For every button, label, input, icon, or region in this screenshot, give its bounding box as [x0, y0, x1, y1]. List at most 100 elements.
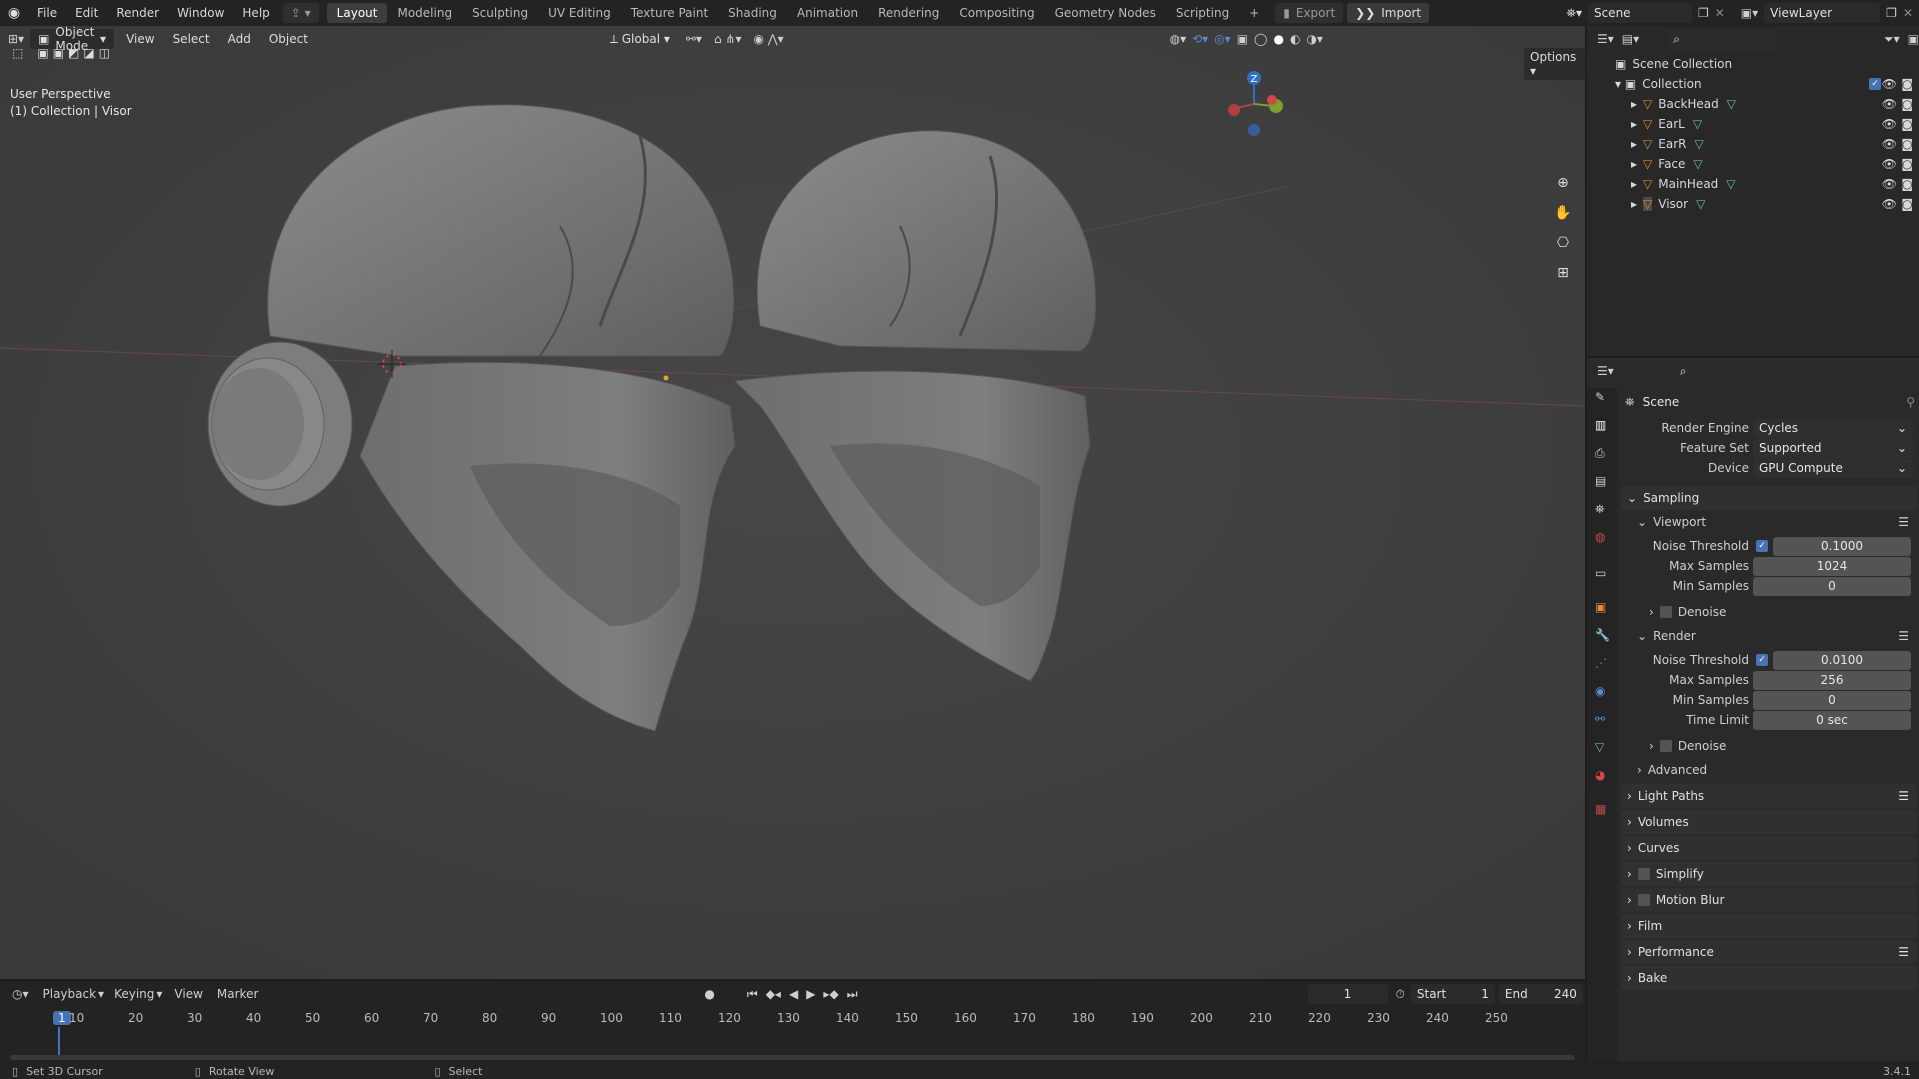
menu-view[interactable]: View: [120, 32, 160, 46]
texture-tab-icon[interactable]: ▦: [1595, 802, 1606, 816]
eye-icon[interactable]: 👁: [1882, 137, 1897, 151]
outliner-type-icon[interactable]: ☰▾: [1597, 32, 1614, 46]
scene-tab-icon[interactable]: ⛯: [1595, 502, 1605, 517]
tab-compositing[interactable]: Compositing: [949, 3, 1044, 23]
collection-tab-icon[interactable]: ▭: [1595, 566, 1606, 580]
select-mode-intersect-icon[interactable]: ◫: [99, 46, 110, 60]
gizmo-toggle-icon[interactable]: ⟲▾: [1192, 32, 1208, 46]
outliner-object-row[interactable]: ▸ ▽ EarL ▽ 👁 ◙: [1587, 114, 1919, 134]
snap-icon[interactable]: ⌂ ⋔▾: [714, 32, 742, 46]
denoise-checkbox[interactable]: [1659, 740, 1672, 752]
import-button[interactable]: ❯❯ Import: [1347, 3, 1430, 23]
zoom-icon[interactable]: ⊕: [1550, 170, 1576, 196]
performance-panel[interactable]: › Performance ☰: [1621, 940, 1917, 964]
play-reverse-icon[interactable]: ◀: [789, 987, 798, 1001]
xray-icon[interactable]: ▣: [1237, 32, 1248, 46]
scene-collection-row[interactable]: ▣ Scene Collection: [1587, 54, 1919, 74]
feature-set-dropdown[interactable]: Supported ⌄: [1753, 438, 1913, 458]
play-icon[interactable]: ▶: [806, 987, 815, 1001]
tab-rendering[interactable]: Rendering: [868, 3, 949, 23]
playhead[interactable]: [58, 1027, 60, 1055]
outliner-object-row[interactable]: ▸ ▽ BackHead ▽ 👁 ◙: [1587, 94, 1919, 114]
render-noise-threshold-field[interactable]: 0.0100: [1773, 650, 1911, 670]
time-limit-field[interactable]: 0 sec: [1753, 710, 1911, 730]
constraints-tab-icon[interactable]: ⚯: [1595, 712, 1605, 726]
denoise-checkbox[interactable]: [1659, 606, 1672, 618]
3d-viewport[interactable]: Z ⊞▾ ▣ Object Mode ▾ View Select Add Obj…: [0, 26, 1585, 979]
eye-icon[interactable]: 👁: [1882, 117, 1897, 131]
eye-icon[interactable]: 👁: [1882, 157, 1897, 171]
tool-tab-icon[interactable]: ✎: [1595, 390, 1605, 404]
timeline-type-icon[interactable]: ◷▾: [12, 987, 29, 1001]
eye-icon[interactable]: 👁: [1882, 197, 1897, 211]
timer-icon[interactable]: ⏱: [1396, 987, 1405, 1002]
modifier-tab-icon[interactable]: 🔧: [1595, 628, 1610, 642]
scene-icon[interactable]: ⛯▾: [1566, 6, 1582, 21]
pivot-icon[interactable]: ⚯▾: [686, 32, 702, 46]
jump-start-icon[interactable]: ⏮: [747, 987, 758, 1002]
eye-icon[interactable]: 👁: [1882, 177, 1897, 191]
menu-playback[interactable]: Playback: [43, 987, 97, 1001]
new-view-layer-icon[interactable]: ❐: [1886, 6, 1897, 20]
material-tab-icon[interactable]: ◕: [1595, 768, 1605, 782]
select-mode-invert-icon[interactable]: ◪: [83, 46, 94, 60]
menu-window[interactable]: Window: [168, 0, 233, 26]
select-mode-extend-icon[interactable]: ▣: [53, 46, 64, 60]
frame-ruler[interactable]: 1 10 20 30 40 50 60 70 80 90 100 110 120 130 140 150 160…: [0, 1009, 1585, 1055]
editor-type-icon[interactable]: ⊞▾: [8, 32, 24, 46]
advanced-subpanel-header[interactable]: › Advanced: [1621, 760, 1917, 780]
tab-texture-paint[interactable]: Texture Paint: [621, 3, 718, 23]
outliner-object-row[interactable]: ▸ ▽ MainHead ▽ 👁 ◙: [1587, 174, 1919, 194]
shading-rendered-icon[interactable]: ◑▾: [1306, 32, 1323, 46]
bake-panel[interactable]: › Bake: [1621, 966, 1917, 990]
new-scene-icon[interactable]: ❐: [1698, 6, 1709, 20]
templates-button[interactable]: ⇪ ▾: [282, 3, 319, 23]
properties-type-icon[interactable]: ☰▾: [1597, 364, 1614, 378]
menu-add[interactable]: Add: [222, 32, 257, 46]
menu-render[interactable]: Render: [107, 0, 168, 26]
jump-keyframe-forward-icon[interactable]: ▸◆: [823, 987, 838, 1001]
timeline-scrollbar[interactable]: [10, 1055, 1575, 1060]
collection-camera-icon[interactable]: ◙: [1901, 77, 1913, 91]
view-layer-field[interactable]: ViewLayer: [1764, 3, 1881, 23]
device-dropdown[interactable]: GPU Compute ⌄: [1753, 458, 1913, 478]
presets-list-icon[interactable]: ☰: [1898, 629, 1909, 643]
render-camera-icon[interactable]: ◙: [1901, 177, 1913, 191]
menu-select[interactable]: Select: [167, 32, 216, 46]
view-layer-icon[interactable]: ▣▾: [1741, 6, 1758, 20]
tab-animation[interactable]: Animation: [787, 3, 868, 23]
viewport-noise-threshold-field[interactable]: 0.1000: [1773, 536, 1911, 556]
pin-icon[interactable]: ⚲: [1906, 395, 1915, 409]
shading-wireframe-icon[interactable]: ◯: [1254, 32, 1267, 46]
select-box-icon[interactable]: ⬚: [12, 46, 23, 60]
volumes-panel[interactable]: › Volumes: [1621, 810, 1917, 834]
render-camera-icon[interactable]: ◙: [1901, 97, 1913, 111]
delete-view-layer-icon[interactable]: ✕: [1903, 6, 1913, 20]
tab-scripting[interactable]: Scripting: [1166, 3, 1239, 23]
scene-field[interactable]: Scene: [1587, 3, 1692, 23]
outliner-search-input[interactable]: ⌕: [1667, 29, 1777, 49]
film-panel[interactable]: › Film: [1621, 914, 1917, 938]
shading-solid-icon[interactable]: ●: [1273, 32, 1283, 46]
tab-shading[interactable]: Shading: [718, 3, 787, 23]
select-mode-subtract-icon[interactable]: ◩: [68, 46, 79, 60]
motion-blur-checkbox[interactable]: [1637, 894, 1650, 906]
render-engine-dropdown[interactable]: Cycles ⌄: [1753, 418, 1913, 438]
simplify-panel[interactable]: › Simplify: [1621, 862, 1917, 886]
jump-keyframe-back-icon[interactable]: ◆◂: [766, 987, 781, 1001]
tab-geometry-nodes[interactable]: Geometry Nodes: [1045, 3, 1166, 23]
outliner-object-row[interactable]: ▸ ▽ EarR ▽ 👁 ◙: [1587, 134, 1919, 154]
orientation-dropdown[interactable]: ⟂ Global ▾: [610, 32, 670, 47]
grid-icon[interactable]: ⊞: [1550, 260, 1576, 286]
viewport-max-samples-field[interactable]: 1024: [1753, 556, 1911, 576]
options-button[interactable]: Options ▾: [1524, 48, 1585, 80]
sampling-panel-header[interactable]: ⌄ Sampling: [1621, 486, 1917, 510]
menu-marker[interactable]: Marker: [217, 987, 258, 1001]
viewport-subpanel-header[interactable]: ⌄ Viewport ☰: [1621, 512, 1917, 532]
select-mode-new-icon[interactable]: ▣: [37, 46, 48, 60]
proportional-edit-icon[interactable]: ◉ ⋀▾: [753, 32, 783, 46]
menu-file[interactable]: File: [28, 0, 66, 26]
blender-logo-icon[interactable]: ◉: [0, 5, 28, 21]
eye-icon[interactable]: 👁: [1882, 97, 1897, 111]
render-camera-icon[interactable]: ◙: [1901, 137, 1913, 151]
